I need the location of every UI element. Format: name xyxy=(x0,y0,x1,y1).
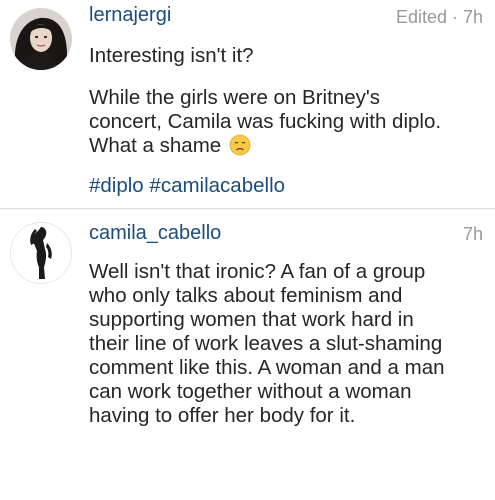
user-photo-icon xyxy=(10,8,72,70)
comment-text: Interesting isn't it? xyxy=(89,44,254,67)
disappointed-face-icon xyxy=(229,134,251,156)
comment-text-line: can work together without a woman xyxy=(89,380,412,403)
comment-text: While the girls were on Britney's concer… xyxy=(89,86,489,158)
comment-text-line: What a shame xyxy=(89,134,489,158)
comment-text-line: While the girls were on Britney's xyxy=(89,86,381,109)
comment-text-line: who only talks about feminism and xyxy=(89,284,403,307)
comment-username[interactable]: lernajergi xyxy=(89,4,171,27)
comment-text-line: their line of work leaves a slut-shaming xyxy=(89,332,443,355)
comment-timestamp: Edited · 7h xyxy=(395,7,483,27)
comment-text-line: comment like this. A woman and a man xyxy=(89,356,445,379)
hashtag-link[interactable]: #camilacabello xyxy=(149,174,285,197)
comment-text-line: concert, Camila was fucking with diplo. xyxy=(89,110,442,133)
comment-text-line: having to offer her body for it. xyxy=(89,404,356,427)
comment-text-line: Well isn't that ironic? A fan of a group xyxy=(89,260,426,283)
comment-username[interactable]: camila_cabello xyxy=(89,222,221,245)
comment-timestamp: 7h xyxy=(462,224,483,244)
avatar[interactable] xyxy=(10,8,72,70)
user-photo-icon xyxy=(11,223,71,283)
comment-text-line: supporting women that work hard in xyxy=(89,308,414,331)
hashtag-link[interactable]: #diplo xyxy=(89,174,144,197)
comment-divider xyxy=(0,208,495,209)
comment-lernajergi: lernajergi Edited · 7h Interesting isn't… xyxy=(0,0,495,210)
hashtag-list: #diplo #camilacabello xyxy=(89,174,285,198)
comment-camila-cabello: camila_cabello 7h Well isn't that ironic… xyxy=(0,210,495,500)
avatar[interactable] xyxy=(10,222,72,284)
comment-text-fragment: What a shame xyxy=(89,134,222,157)
comment-text: Well isn't that ironic? A fan of a group… xyxy=(89,260,489,428)
